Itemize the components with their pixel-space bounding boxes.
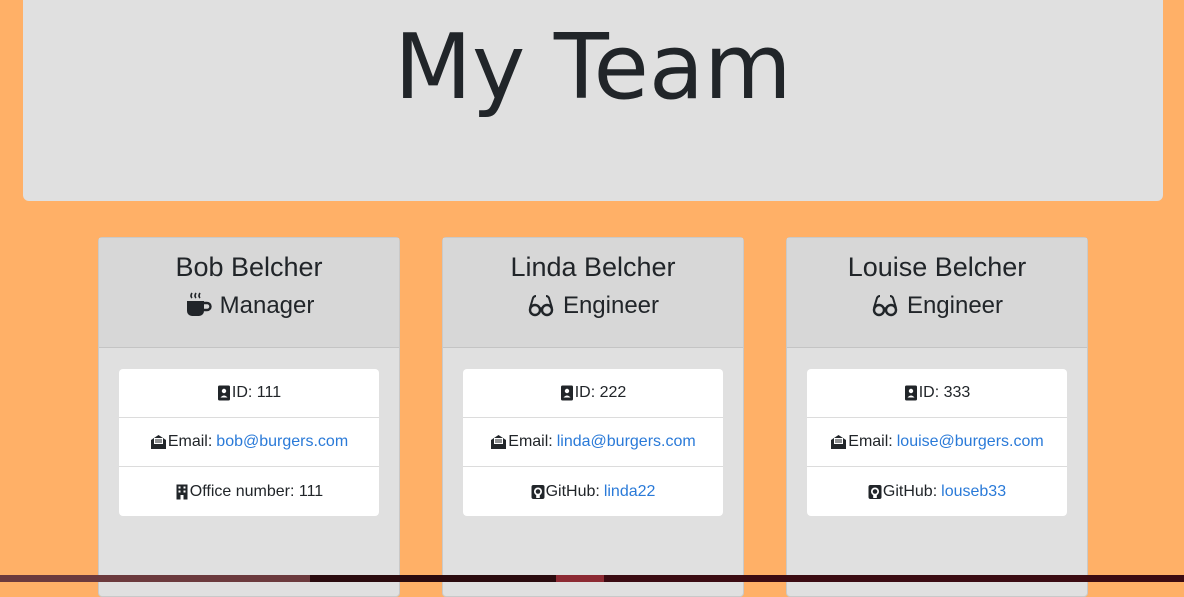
github-icon — [868, 484, 882, 499]
employee-role: Engineer — [787, 286, 1087, 326]
email-link[interactable]: louise@burgers.com — [897, 433, 1044, 451]
list-item-email: Email: linda@burgers.com — [463, 418, 723, 467]
taskbar-segment — [556, 575, 604, 582]
taskbar-strip — [0, 575, 1184, 582]
office-number: Office number: 111 — [189, 482, 324, 500]
list-item-github: GitHub: linda22 — [463, 467, 723, 516]
github-label: GitHub: — [545, 482, 600, 500]
coffee-mug-icon — [186, 292, 212, 316]
taskbar-segment — [0, 575, 310, 582]
github-link[interactable]: louseb33 — [941, 483, 1006, 501]
employee-details-list: ID: 222 Email: linda@burgers.com GitHub:… — [463, 369, 723, 516]
list-item-id: ID: 222 — [463, 369, 723, 418]
card-header: Linda Belcher Engineer — [443, 238, 743, 348]
taskbar-segment — [310, 575, 556, 582]
employee-role: Engineer — [443, 286, 743, 326]
list-item-email: Email: bob@burgers.com — [119, 418, 379, 467]
role-label: Manager — [219, 292, 315, 319]
list-item-id: ID: 111 — [119, 369, 379, 418]
email-label: Email: — [167, 433, 213, 450]
list-item-github: GitHub: louseb33 — [807, 467, 1067, 516]
email-label: Email: — [848, 433, 893, 450]
role-label: Engineer — [562, 292, 660, 319]
page-header: My Team — [23, 0, 1163, 201]
employee-card-engineer: Louise Belcher Engineer ID: 333 Email: l… — [786, 237, 1088, 597]
list-item-email: Email: louise@burgers.com — [807, 418, 1067, 467]
employee-details-list: ID: 111 Email: bob@burgers.com Office nu… — [119, 369, 379, 516]
role-label: Engineer — [906, 292, 1004, 319]
employee-role: Manager — [99, 286, 399, 326]
id-badge-icon — [560, 385, 573, 401]
glasses-icon — [872, 295, 898, 317]
mail-open-icon — [831, 435, 847, 449]
github-label: GitHub: — [882, 482, 938, 500]
employee-name: Bob Belcher — [175, 252, 323, 282]
id-badge-icon — [217, 385, 230, 401]
id-value: ID: 111 — [231, 384, 282, 401]
card-header: Louise Belcher Engineer — [787, 238, 1087, 348]
glasses-icon — [528, 295, 554, 317]
mail-open-icon — [491, 435, 507, 449]
employee-name: Linda Belcher — [510, 252, 676, 282]
id-badge-icon — [904, 385, 917, 401]
email-link[interactable]: bob@burgers.com — [216, 433, 348, 451]
employee-card-manager: Bob Belcher Manager ID: 111 Email: bob@b… — [98, 237, 400, 597]
employee-details-list: ID: 333 Email: louise@burgers.com GitHub… — [807, 369, 1067, 516]
mail-open-icon — [150, 435, 166, 449]
employee-card-engineer: Linda Belcher Engineer ID: 222 Email: li… — [442, 237, 744, 597]
list-item-office: Office number: 111 — [119, 467, 379, 516]
page-title: My Team — [394, 15, 792, 120]
github-link[interactable]: linda22 — [604, 483, 656, 501]
id-value: ID: 333 — [918, 384, 971, 401]
github-icon — [531, 484, 545, 499]
building-icon — [176, 484, 188, 499]
email-label: Email: — [508, 433, 553, 450]
taskbar-segment — [604, 575, 1184, 582]
list-item-id: ID: 333 — [807, 369, 1067, 418]
employee-name: Louise Belcher — [847, 252, 1027, 282]
email-link[interactable]: linda@burgers.com — [557, 433, 696, 451]
card-header: Bob Belcher Manager — [99, 238, 399, 348]
id-value: ID: 222 — [574, 384, 627, 401]
